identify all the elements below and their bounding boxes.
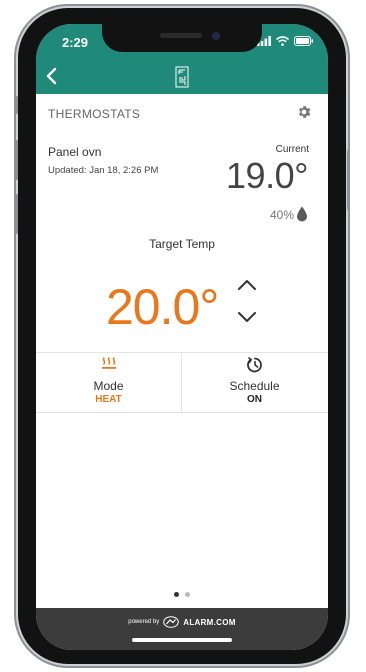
mode-button[interactable]: Mode HEAT [36, 352, 181, 412]
page-dot[interactable] [185, 592, 190, 597]
schedule-value: ON [247, 394, 262, 405]
target-temp-label: Target Temp [149, 237, 215, 251]
schedule-label: Schedule [229, 379, 280, 393]
app-screen: 2:29 THERMOSTATS Panel ovn Updated: Jan … [36, 24, 328, 650]
notch-camera [212, 32, 220, 40]
current-temp: 19.0° [226, 155, 308, 196]
status-time: 2:29 [62, 35, 89, 50]
page-indicator [36, 592, 328, 597]
current-label: Current [275, 144, 309, 155]
humidity-value: 40% [269, 208, 294, 222]
chevron-down-icon[interactable] [236, 309, 258, 325]
chevron-up-icon[interactable] [236, 277, 258, 293]
water-drop-icon [297, 206, 307, 222]
status-icons [257, 36, 314, 46]
device-name: Panel ovn [48, 145, 102, 159]
wifi-icon [276, 36, 289, 46]
home-indicator[interactable] [132, 638, 232, 642]
notch-speaker [160, 33, 202, 38]
back-button[interactable] [42, 66, 62, 86]
heat-icon [101, 357, 116, 369]
section-title: THERMOSTATS [48, 107, 141, 121]
schedule-button[interactable]: Schedule ON [182, 352, 327, 412]
powered-by: powered by ALARM.COM [36, 616, 328, 628]
mode-value: HEAT [95, 394, 122, 405]
brand-logo-icon [163, 616, 180, 628]
brand-name: ALARM.COM [183, 617, 236, 627]
footer-bar: powered by ALARM.COM [36, 608, 328, 650]
powered-by-text: powered by [128, 619, 160, 625]
gear-icon[interactable] [296, 104, 312, 120]
page-dot-active[interactable] [174, 592, 179, 597]
mode-label: Mode [93, 379, 124, 393]
target-temp: 20.0° [106, 279, 219, 335]
schedule-icon [246, 357, 262, 373]
side-button-power [347, 150, 350, 210]
battery-icon [294, 36, 314, 46]
logo-icon [175, 66, 189, 88]
updated-timestamp: Updated: Jan 18, 2:26 PM [48, 165, 159, 176]
phone-notch [102, 24, 262, 52]
divider-bottom [36, 412, 328, 413]
